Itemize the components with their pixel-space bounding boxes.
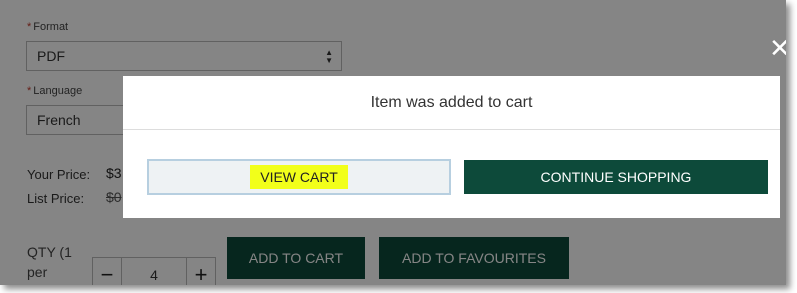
- dialog-message: Item was added to cart: [123, 76, 780, 130]
- view-cart-label: VIEW CART: [250, 165, 348, 189]
- close-icon[interactable]: ✕: [769, 33, 786, 63]
- view-cart-button[interactable]: VIEW CART: [147, 159, 451, 195]
- continue-shopping-button[interactable]: CONTINUE SHOPPING: [464, 160, 768, 194]
- added-to-cart-dialog: Item was added to cart VIEW CART CONTINU…: [123, 76, 780, 218]
- screenshot-frame: * Format PDF ▲ ▼ * Language French Your Pri…: [0, 0, 786, 285]
